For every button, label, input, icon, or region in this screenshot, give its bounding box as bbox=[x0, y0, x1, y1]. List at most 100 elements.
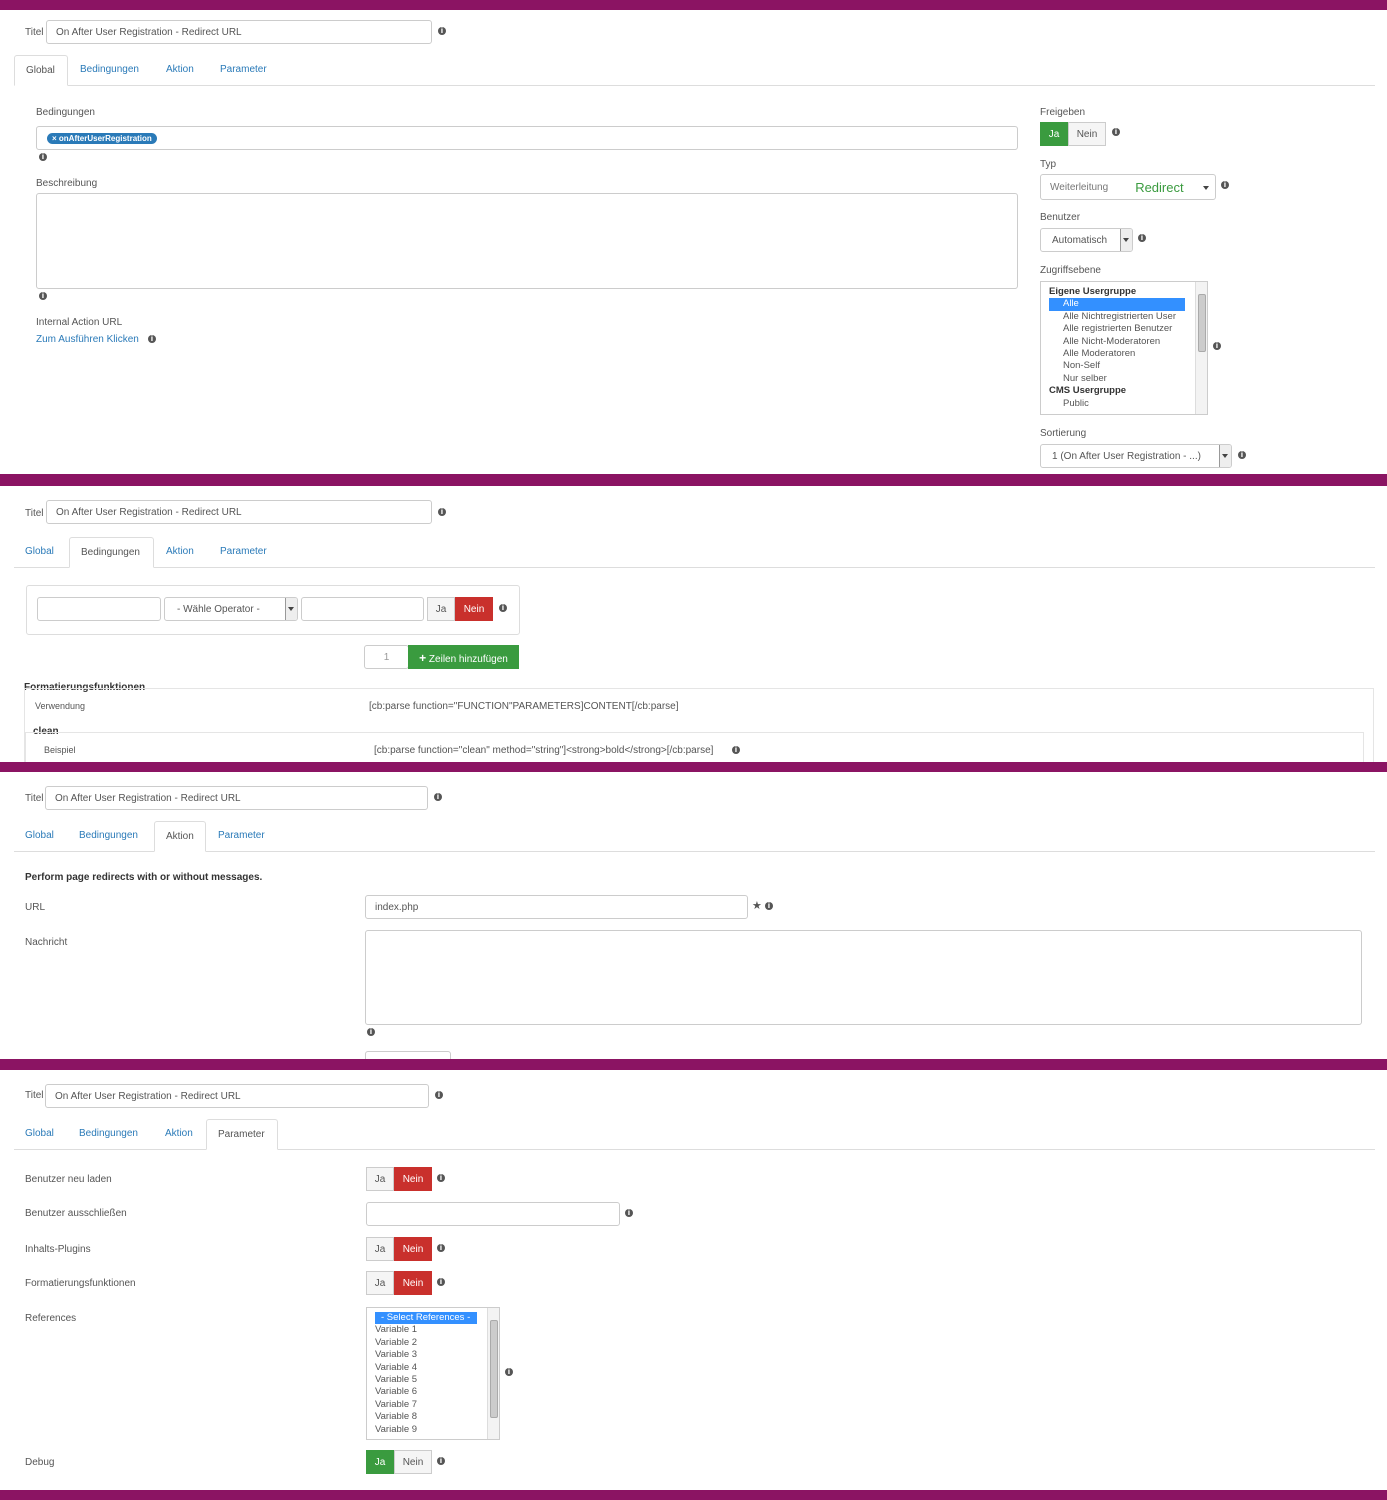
info-circle-icon[interactable]: i bbox=[505, 1368, 513, 1376]
title-input[interactable]: On After User Registration - Redirect UR… bbox=[45, 1084, 429, 1108]
info-circle-icon[interactable]: i bbox=[437, 1244, 445, 1252]
message-textarea[interactable] bbox=[365, 930, 1362, 1025]
condition-tag[interactable]: × onAfterUserRegistration bbox=[47, 132, 157, 144]
condition-yes-button[interactable]: Ja bbox=[427, 597, 455, 621]
reference-option[interactable]: Variable 2 bbox=[375, 1337, 499, 1349]
conditions-label: Bedingungen bbox=[36, 107, 95, 118]
reference-option[interactable]: Variable 3 bbox=[375, 1349, 499, 1361]
tab-global[interactable]: Global bbox=[14, 537, 65, 567]
add-rows-button[interactable]: + Zeilen hinzufügen bbox=[408, 645, 519, 669]
exclude-users-input[interactable] bbox=[366, 1202, 620, 1226]
tab-global[interactable]: Global bbox=[14, 55, 68, 86]
references-listbox[interactable]: - Select References - Variable 1 Variable … bbox=[366, 1307, 500, 1440]
title-input[interactable]: On After User Registration - Redirect UR… bbox=[46, 500, 432, 524]
tab-parameter[interactable]: Parameter bbox=[206, 1119, 278, 1150]
reference-option[interactable]: Variable 6 bbox=[375, 1386, 499, 1398]
access-level-option[interactable]: Nur selber bbox=[1049, 373, 1207, 385]
description-textarea[interactable] bbox=[36, 193, 1018, 289]
title-input[interactable]: On After User Registration - Redirect UR… bbox=[46, 20, 432, 44]
tab-aktion[interactable]: Aktion bbox=[154, 821, 206, 852]
info-circle-icon[interactable]: i bbox=[39, 153, 47, 161]
tab-aktion[interactable]: Aktion bbox=[155, 537, 205, 567]
reference-option[interactable]: Variable 7 bbox=[375, 1399, 499, 1411]
tab-global[interactable]: Global bbox=[14, 1119, 65, 1149]
type-group-text: Weiterleitung bbox=[1050, 181, 1109, 193]
tab-aktion[interactable]: Aktion bbox=[155, 55, 205, 85]
scrollbar-thumb[interactable] bbox=[1198, 294, 1206, 352]
example-label: Beispiel bbox=[44, 745, 76, 755]
content-plugins-yes-button[interactable]: Ja bbox=[366, 1237, 394, 1261]
conditions-tag-input[interactable]: × onAfterUserRegistration bbox=[36, 126, 1018, 150]
tab-bedingungen[interactable]: Bedingungen bbox=[68, 821, 149, 851]
condition-value-input[interactable] bbox=[301, 597, 424, 621]
internal-url-link[interactable]: Zum Ausführen Klicken bbox=[36, 334, 139, 345]
tab-bedingungen[interactable]: Bedingungen bbox=[69, 537, 154, 568]
publish-yes-button[interactable]: Ja bbox=[1040, 122, 1068, 146]
reference-option[interactable]: Variable 4 bbox=[375, 1362, 499, 1374]
info-circle-icon[interactable]: i bbox=[765, 902, 773, 910]
reload-yes-button[interactable]: Ja bbox=[366, 1167, 394, 1191]
access-level-option[interactable]: Alle Nichtregistrierten User bbox=[1049, 311, 1207, 323]
info-circle-icon[interactable]: i bbox=[39, 292, 47, 300]
info-circle-icon[interactable]: i bbox=[625, 1209, 633, 1217]
type-select[interactable]: Weiterleitung Redirect bbox=[1040, 174, 1216, 200]
access-level-option[interactable]: Public bbox=[1049, 398, 1207, 410]
url-input[interactable]: index.php bbox=[365, 895, 748, 919]
info-circle-icon[interactable]: i bbox=[438, 27, 446, 35]
tab-global[interactable]: Global bbox=[14, 821, 65, 851]
tab-bedingungen[interactable]: Bedingungen bbox=[68, 1119, 149, 1149]
info-circle-icon[interactable]: i bbox=[148, 335, 156, 343]
info-circle-icon[interactable]: i bbox=[435, 1091, 443, 1099]
info-circle-icon[interactable]: i bbox=[437, 1278, 445, 1286]
title-input[interactable]: On After User Registration - Redirect UR… bbox=[45, 786, 428, 810]
info-circle-icon[interactable]: i bbox=[1112, 128, 1120, 136]
access-level-option[interactable]: Alle Nicht-Moderatoren bbox=[1049, 336, 1207, 348]
rows-count-input[interactable]: 1 bbox=[364, 645, 409, 669]
frame-bar-2 bbox=[0, 762, 1387, 772]
operator-select[interactable]: - Wähle Operator - bbox=[164, 597, 298, 621]
access-level-option[interactable]: Alle registrierten Benutzer bbox=[1049, 323, 1207, 335]
condition-field-input[interactable] bbox=[37, 597, 161, 621]
partial-select[interactable] bbox=[365, 1051, 451, 1059]
info-circle-icon[interactable]: i bbox=[434, 793, 442, 801]
ordering-select[interactable]: 1 (On After User Registration - ...) bbox=[1040, 444, 1232, 468]
user-select[interactable]: Automatisch bbox=[1040, 228, 1133, 252]
info-circle-icon[interactable]: i bbox=[437, 1457, 445, 1465]
scrollbar-thumb[interactable] bbox=[490, 1320, 498, 1418]
reference-option[interactable]: Variable 8 bbox=[375, 1411, 499, 1423]
access-level-option[interactable]: Non-Self bbox=[1049, 360, 1207, 372]
info-circle-icon[interactable]: i bbox=[367, 1028, 375, 1036]
info-circle-icon[interactable]: i bbox=[1221, 181, 1229, 189]
scrollbar[interactable] bbox=[487, 1308, 499, 1439]
info-circle-icon[interactable]: i bbox=[1138, 234, 1146, 242]
reload-no-button[interactable]: Nein bbox=[394, 1167, 432, 1191]
info-circle-icon[interactable]: i bbox=[437, 1174, 445, 1182]
info-circle-icon[interactable]: i bbox=[732, 746, 740, 754]
publish-no-button[interactable]: Nein bbox=[1068, 122, 1106, 146]
tab-bar: Global Bedingungen Aktion Parameter bbox=[14, 55, 1375, 86]
info-circle-icon[interactable]: i bbox=[1238, 451, 1246, 459]
reference-option[interactable]: Variable 9 bbox=[375, 1424, 499, 1436]
access-level-option[interactable]: Alle bbox=[1049, 298, 1185, 311]
reference-option[interactable]: Variable 1 bbox=[375, 1324, 499, 1336]
access-options: Eigene Usergruppe Alle Alle Nichtregistrie… bbox=[1049, 286, 1207, 410]
tab-parameter[interactable]: Parameter bbox=[209, 55, 278, 85]
info-circle-icon[interactable]: i bbox=[438, 508, 446, 516]
info-circle-icon[interactable]: i bbox=[499, 604, 507, 612]
tab-bedingungen[interactable]: Bedingungen bbox=[69, 55, 150, 85]
formatting-yes-button[interactable]: Ja bbox=[366, 1271, 394, 1295]
info-circle-icon[interactable]: i bbox=[1213, 342, 1221, 350]
scrollbar[interactable] bbox=[1195, 282, 1207, 414]
formatting-no-button[interactable]: Nein bbox=[394, 1271, 432, 1295]
content-plugins-no-button[interactable]: Nein bbox=[394, 1237, 432, 1261]
access-level-option[interactable]: Alle Moderatoren bbox=[1049, 348, 1207, 360]
tab-parameter[interactable]: Parameter bbox=[207, 821, 276, 851]
access-level-listbox[interactable]: Eigene Usergruppe Alle Alle Nichtregistrie… bbox=[1040, 281, 1208, 415]
condition-no-button[interactable]: Nein bbox=[455, 597, 493, 621]
debug-yes-button[interactable]: Ja bbox=[366, 1450, 394, 1474]
reference-option[interactable]: - Select References - bbox=[375, 1312, 477, 1325]
debug-no-button[interactable]: Nein bbox=[394, 1450, 432, 1474]
tab-aktion[interactable]: Aktion bbox=[154, 1119, 204, 1149]
reference-option[interactable]: Variable 5 bbox=[375, 1374, 499, 1386]
tab-parameter[interactable]: Parameter bbox=[209, 537, 278, 567]
